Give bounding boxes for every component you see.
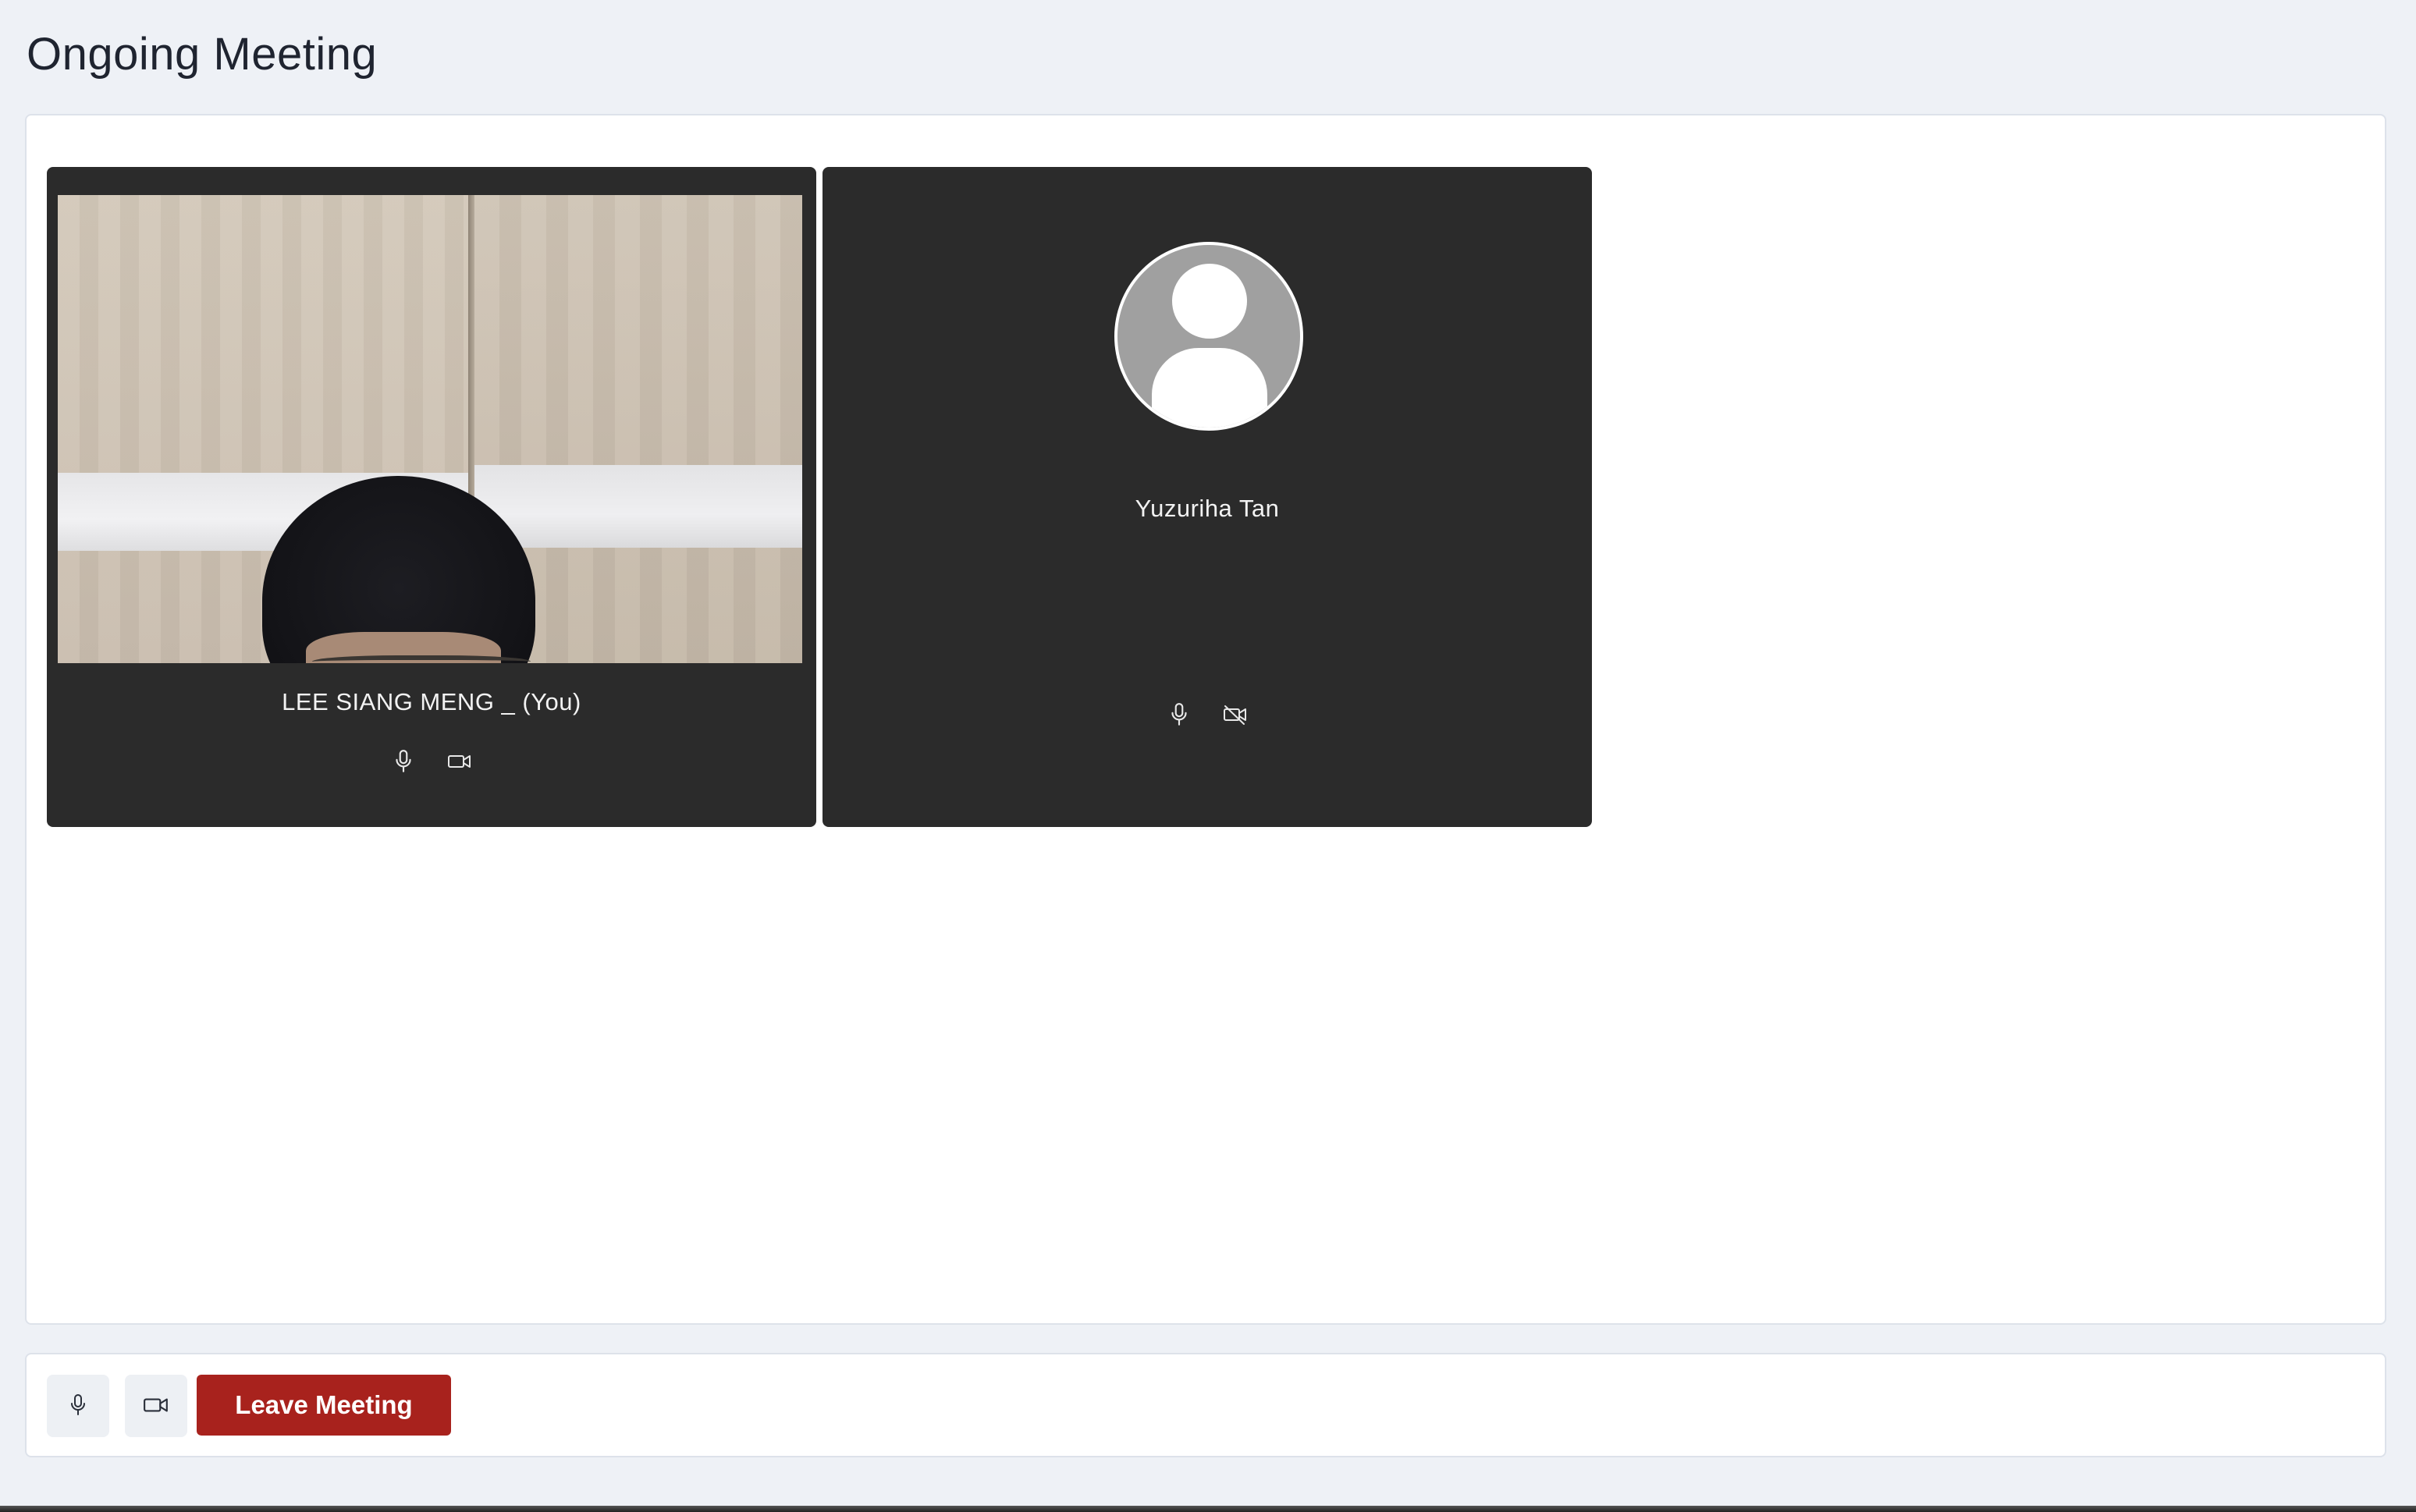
participant-name: Yuzuriha Tan bbox=[1135, 495, 1280, 522]
toggle-camera-button[interactable] bbox=[125, 1375, 187, 1437]
leave-meeting-button[interactable]: Leave Meeting bbox=[197, 1375, 451, 1436]
participant-tile-remote: Yuzuriha Tan bbox=[823, 167, 1592, 827]
meeting-page: Ongoing Meeting LEE SIANG MENG _ (You) Y… bbox=[0, 0, 2416, 1512]
camera-video-feed bbox=[58, 195, 802, 663]
microphone-icon bbox=[391, 749, 416, 774]
video-camera-icon bbox=[447, 749, 472, 774]
participant-status-icons bbox=[823, 702, 1592, 727]
video-grid-panel: LEE SIANG MENG _ (You) Yuzuriha Tan bbox=[25, 114, 2386, 1325]
video-camera-icon bbox=[143, 1395, 169, 1418]
participant-status-icons bbox=[47, 749, 816, 774]
window-bottom-edge bbox=[0, 1506, 2416, 1512]
participant-name: LEE SIANG MENG _ (You) bbox=[282, 688, 581, 715]
meeting-control-bar: Leave Meeting bbox=[25, 1353, 2386, 1457]
page-title: Ongoing Meeting bbox=[27, 29, 378, 80]
toggle-microphone-button[interactable] bbox=[47, 1375, 109, 1437]
video-camera-off-icon bbox=[1223, 702, 1248, 727]
avatar-placeholder-icon bbox=[1114, 242, 1303, 431]
participant-tile-self: LEE SIANG MENG _ (You) bbox=[47, 167, 816, 827]
microphone-icon bbox=[69, 1393, 87, 1419]
microphone-icon bbox=[1167, 702, 1192, 727]
